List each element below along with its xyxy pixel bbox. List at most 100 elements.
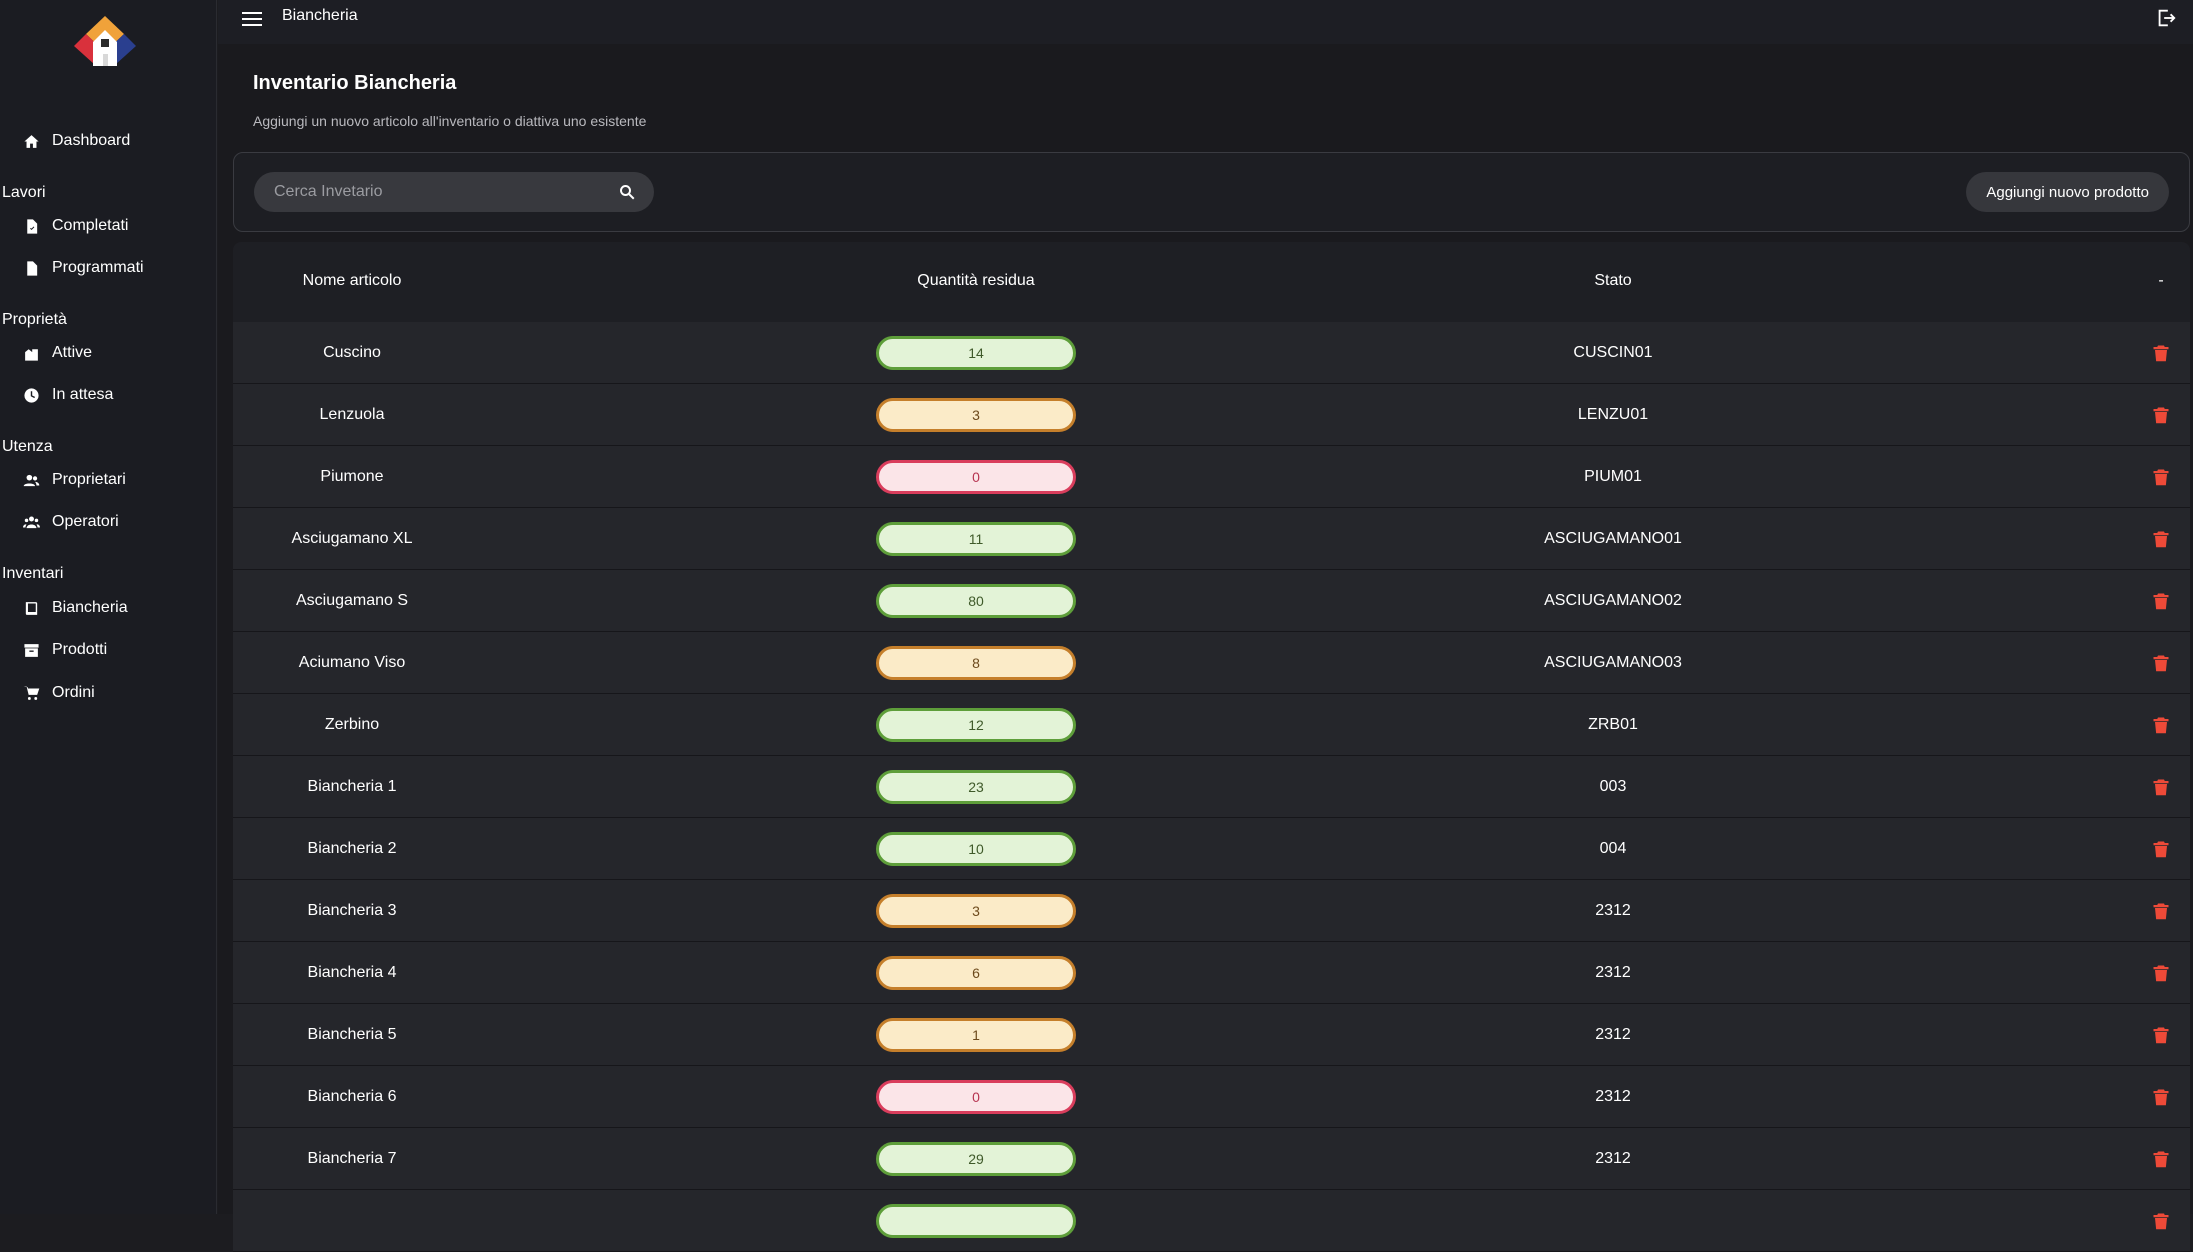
quantity-badge: 10 <box>876 832 1076 866</box>
table-row[interactable]: Biancheria 462312 <box>233 942 2190 1004</box>
quantity-cell: 0 <box>876 460 1076 494</box>
sidebar-item-in-attesa[interactable]: In attesa <box>22 380 113 410</box>
home-icon <box>22 132 40 150</box>
item-code: LENZU01 <box>1578 406 1648 424</box>
table-row[interactable]: Biancheria 123003 <box>233 756 2190 818</box>
archive-box-icon <box>22 641 40 659</box>
item-name: Piumone <box>320 468 383 486</box>
quantity-badge <box>876 1204 1076 1238</box>
delete-icon[interactable] <box>2152 653 2170 673</box>
delete-icon[interactable] <box>2152 1087 2170 1107</box>
page-title: Inventario Biancheria <box>253 72 456 95</box>
sidebar-item-label: Attive <box>52 344 92 362</box>
delete-icon[interactable] <box>2152 963 2170 983</box>
sidebar-item-dashboard[interactable]: Dashboard <box>22 126 130 156</box>
sidebar-item-attive[interactable]: Attive <box>22 338 92 368</box>
app-logo[interactable] <box>72 12 138 74</box>
item-name: Asciugamano S <box>296 592 408 610</box>
item-code: CUSCIN01 <box>1573 344 1652 362</box>
section-label-inventari: Inventari <box>2 565 63 583</box>
table-row[interactable]: Biancheria 2 10 004 <box>233 818 2190 880</box>
table-row[interactable]: Biancheria 602312 <box>233 1066 2190 1128</box>
sidebar-item-label: Ordini <box>52 684 95 702</box>
item-code: 004 <box>1600 840 1627 858</box>
delete-icon[interactable] <box>2152 405 2170 425</box>
item-code: 2312 <box>1595 964 1631 982</box>
topbar: Biancheria <box>218 0 2193 44</box>
team-icon <box>22 513 40 531</box>
quantity-badge: 1 <box>876 1018 1076 1052</box>
delete-icon[interactable] <box>2152 467 2170 487</box>
table-row[interactable]: Zerbino12ZRB01 <box>233 694 2190 756</box>
quantity-badge: 0 <box>876 460 1076 494</box>
sidebar: Dashboard Lavori Completati Programmati … <box>0 0 217 1214</box>
quantity-badge: 3 <box>876 398 1076 432</box>
table-row[interactable]: Biancheria 512312 <box>233 1004 2190 1066</box>
table-row[interactable]: Cuscino 14 CUSCIN01 <box>233 322 2190 384</box>
logout-icon[interactable] <box>2155 7 2179 31</box>
item-name: Asciugamano XL <box>292 530 413 548</box>
delete-icon[interactable] <box>2152 343 2170 363</box>
column-header-quantity: Quantità residua <box>917 272 1034 290</box>
building-icon <box>22 344 40 362</box>
item-name: Biancheria 2 <box>308 840 397 858</box>
delete-icon[interactable] <box>2152 839 2170 859</box>
quantity-cell: 80 <box>876 584 1076 618</box>
sidebar-item-operatori[interactable]: Operatori <box>22 507 119 537</box>
delete-icon[interactable] <box>2152 901 2170 921</box>
sidebar-item-ordini[interactable]: Ordini <box>22 678 95 708</box>
quantity-cell: 6 <box>876 956 1076 990</box>
search-icon[interactable] <box>618 183 636 201</box>
sidebar-item-programmati[interactable]: Programmati <box>22 253 144 283</box>
sidebar-item-proprietari[interactable]: Proprietari <box>22 465 126 495</box>
sidebar-item-label: Operatori <box>52 513 119 531</box>
page-subtitle: Aggiungi un nuovo articolo all'inventari… <box>253 113 646 129</box>
quantity-badge: 80 <box>876 584 1076 618</box>
hamburger-menu-icon[interactable] <box>240 8 264 32</box>
delete-icon[interactable] <box>2152 591 2170 611</box>
delete-icon[interactable] <box>2152 715 2170 735</box>
quantity-badge: 14 <box>876 336 1076 370</box>
table-row[interactable]: Biancheria 7292312 <box>233 1128 2190 1190</box>
delete-icon[interactable] <box>2152 777 2170 797</box>
sidebar-item-label: In attesa <box>52 386 113 404</box>
quantity-badge: 23 <box>876 770 1076 804</box>
users-icon <box>22 471 40 489</box>
quantity-cell: 1 <box>876 1018 1076 1052</box>
quantity-badge: 29 <box>876 1142 1076 1176</box>
quantity-cell: 12 <box>876 708 1076 742</box>
sidebar-item-label: Prodotti <box>52 641 107 659</box>
table-row[interactable]: Biancheria 332312 <box>233 880 2190 942</box>
item-code: ASCIUGAMANO03 <box>1544 654 1682 672</box>
column-header-name: Nome articolo <box>303 272 402 290</box>
quantity-cell: 14 <box>876 336 1076 370</box>
table-row[interactable]: Asciugamano XL11ASCIUGAMANO01 <box>233 508 2190 570</box>
item-code: 2312 <box>1595 902 1631 920</box>
quantity-cell <box>876 1204 1076 1238</box>
delete-icon[interactable] <box>2152 529 2170 549</box>
quantity-cell: 3 <box>876 894 1076 928</box>
table-row[interactable]: Aciumano Viso8ASCIUGAMANO03 <box>233 632 2190 694</box>
search-input[interactable] <box>274 172 594 212</box>
file-check-icon <box>22 217 40 235</box>
delete-icon[interactable] <box>2152 1025 2170 1045</box>
quantity-badge: 12 <box>876 708 1076 742</box>
sidebar-item-label: Proprietari <box>52 471 126 489</box>
sidebar-item-prodotti[interactable]: Prodotti <box>22 635 107 665</box>
item-code: 2312 <box>1595 1150 1631 1168</box>
table-row[interactable]: Lenzuola3LENZU01 <box>233 384 2190 446</box>
delete-icon[interactable] <box>2152 1149 2170 1169</box>
item-name: Cuscino <box>323 344 381 362</box>
topbar-title: Biancheria <box>282 7 358 25</box>
sidebar-item-label: Dashboard <box>52 132 130 150</box>
add-product-button[interactable]: Aggiungi nuovo prodotto <box>1966 172 2169 212</box>
table-row[interactable]: Asciugamano S80ASCIUGAMANO02 <box>233 570 2190 632</box>
quantity-badge: 0 <box>876 1080 1076 1114</box>
item-code: 2312 <box>1595 1088 1631 1106</box>
table-body: Cuscino14CUSCIN01Lenzuola3LENZU01Piumone… <box>233 322 2190 1252</box>
sidebar-item-biancheria[interactable]: Biancheria <box>22 593 128 623</box>
table-row[interactable] <box>233 1190 2190 1252</box>
table-row[interactable]: Piumone0PIUM01 <box>233 446 2190 508</box>
file-icon <box>22 259 40 277</box>
sidebar-item-completati[interactable]: Completati <box>22 211 128 241</box>
